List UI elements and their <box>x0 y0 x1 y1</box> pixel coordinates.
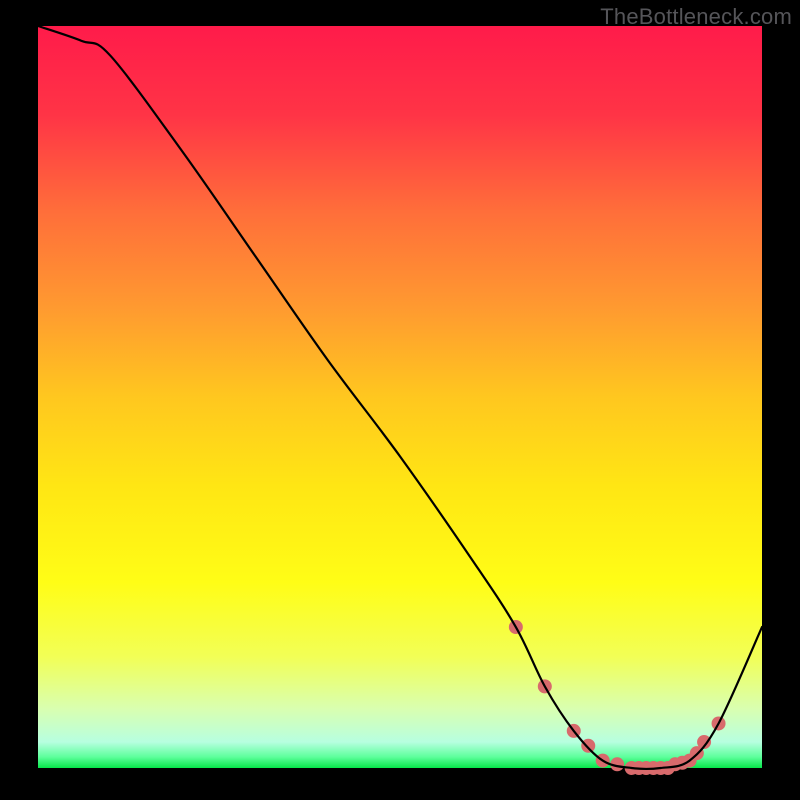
attribution-text: TheBottleneck.com <box>600 4 792 30</box>
gradient-background <box>38 26 762 768</box>
bottleneck-curve-chart <box>0 0 800 800</box>
chart-stage: TheBottleneck.com <box>0 0 800 800</box>
curve-marker <box>581 739 595 753</box>
